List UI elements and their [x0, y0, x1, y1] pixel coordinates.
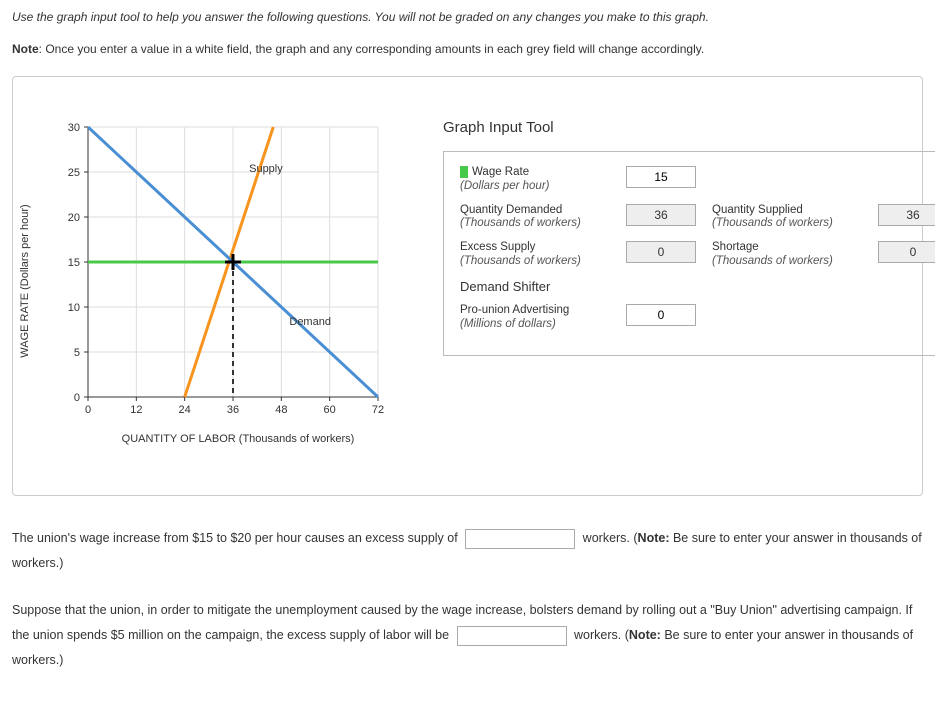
note-prefix: Note: [12, 42, 39, 56]
x-axis-label: QUANTITY OF LABOR (Thousands of workers): [43, 433, 403, 445]
graph-panel: WAGE RATE (Dollars per hour) 0 12 24 36 48 60…: [12, 76, 923, 496]
wage-rate-label: Wage Rate (Dollars per hour): [460, 166, 600, 194]
ad-text: Pro-union Advertising: [460, 304, 569, 316]
wage-rate-row: Wage Rate (Dollars per hour): [460, 166, 935, 194]
qty-demanded-label: Quantity Demanded (Thousands of workers): [460, 204, 600, 232]
ad-sub: (Millions of dollars): [460, 318, 600, 332]
svg-text:12: 12: [130, 404, 142, 416]
svg-text:10: 10: [68, 302, 80, 314]
svg-text:Supply: Supply: [249, 163, 283, 175]
svg-text:60: 60: [324, 404, 336, 416]
q1-pre: The union's wage increase from $15 to $2…: [12, 531, 461, 545]
q2-post-a: workers. (: [574, 628, 629, 642]
wage-swatch-icon: [460, 166, 468, 178]
graph-input-tool: Graph Input Tool ? Wage Rate (Dollars pe…: [443, 117, 935, 445]
q1-note-bold: Note:: [638, 531, 670, 545]
labor-market-chart[interactable]: 0 12 24 36 48 60 72 0 5 10 15 20 25 30 Supply Demand: [43, 117, 403, 427]
qd-sub: (Thousands of workers): [460, 217, 600, 231]
advertising-label: Pro-union Advertising (Millions of dolla…: [460, 304, 600, 332]
question-1: The union's wage increase from $15 to $2…: [12, 526, 923, 576]
shortage-value: 0: [878, 241, 935, 263]
svg-text:15: 15: [68, 257, 80, 269]
qty-supplied-value: 36: [878, 204, 935, 226]
q2-answer-input[interactable]: [457, 626, 567, 646]
sh-text: Shortage: [712, 241, 759, 253]
svg-text:36: 36: [227, 404, 239, 416]
qty-demanded-value: 36: [626, 204, 696, 226]
excess-supply-value: 0: [626, 241, 696, 263]
q1-answer-input[interactable]: [465, 529, 575, 549]
chart-zone: WAGE RATE (Dollars per hour) 01224364860…: [43, 117, 403, 445]
svg-text:30: 30: [68, 122, 80, 134]
note-text: Note: Once you enter a value in a white …: [12, 40, 923, 58]
demand-shifter-heading: Demand Shifter: [460, 279, 935, 294]
svg-text:5: 5: [74, 347, 80, 359]
excess-row: Excess Supply (Thousands of workers) 0 S…: [460, 241, 935, 269]
excess-supply-label: Excess Supply (Thousands of workers): [460, 241, 600, 269]
svg-text:20: 20: [68, 212, 80, 224]
question-2: Suppose that the union, in order to miti…: [12, 598, 923, 673]
wage-rate-input[interactable]: [626, 166, 696, 188]
svg-text:72: 72: [372, 404, 384, 416]
es-text: Excess Supply: [460, 241, 535, 253]
q2-note-bold: Note:: [629, 628, 661, 642]
svg-text:0: 0: [85, 404, 91, 416]
qs-text: Quantity Supplied: [712, 204, 803, 216]
svg-text:48: 48: [275, 404, 287, 416]
svg-text:25: 25: [68, 167, 80, 179]
note-body: : Once you enter a value in a white fiel…: [39, 42, 705, 56]
wage-rate-sub: (Dollars per hour): [460, 180, 600, 194]
shortage-label: Shortage (Thousands of workers): [712, 241, 852, 269]
qty-supplied-label: Quantity Supplied (Thousands of workers): [712, 204, 852, 232]
sh-sub: (Thousands of workers): [712, 255, 852, 269]
qd-text: Quantity Demanded: [460, 204, 562, 216]
advertising-input[interactable]: [626, 304, 696, 326]
advertising-row: Pro-union Advertising (Millions of dolla…: [460, 304, 935, 332]
svg-text:24: 24: [179, 404, 191, 416]
qs-sub: (Thousands of workers): [712, 217, 852, 231]
svg-text:Demand: Demand: [289, 316, 331, 328]
tool-box: Wage Rate (Dollars per hour) Quantity De…: [443, 151, 935, 356]
tool-title: Graph Input Tool: [443, 119, 554, 136]
y-axis-label: WAGE RATE (Dollars per hour): [19, 204, 31, 357]
es-sub: (Thousands of workers): [460, 255, 600, 269]
svg-text:0: 0: [74, 392, 80, 404]
q1-post-a: workers. (: [583, 531, 638, 545]
intro-text: Use the graph input tool to help you ans…: [12, 8, 923, 26]
quantity-row: Quantity Demanded (Thousands of workers)…: [460, 204, 935, 232]
wage-rate-text: Wage Rate: [472, 166, 529, 178]
